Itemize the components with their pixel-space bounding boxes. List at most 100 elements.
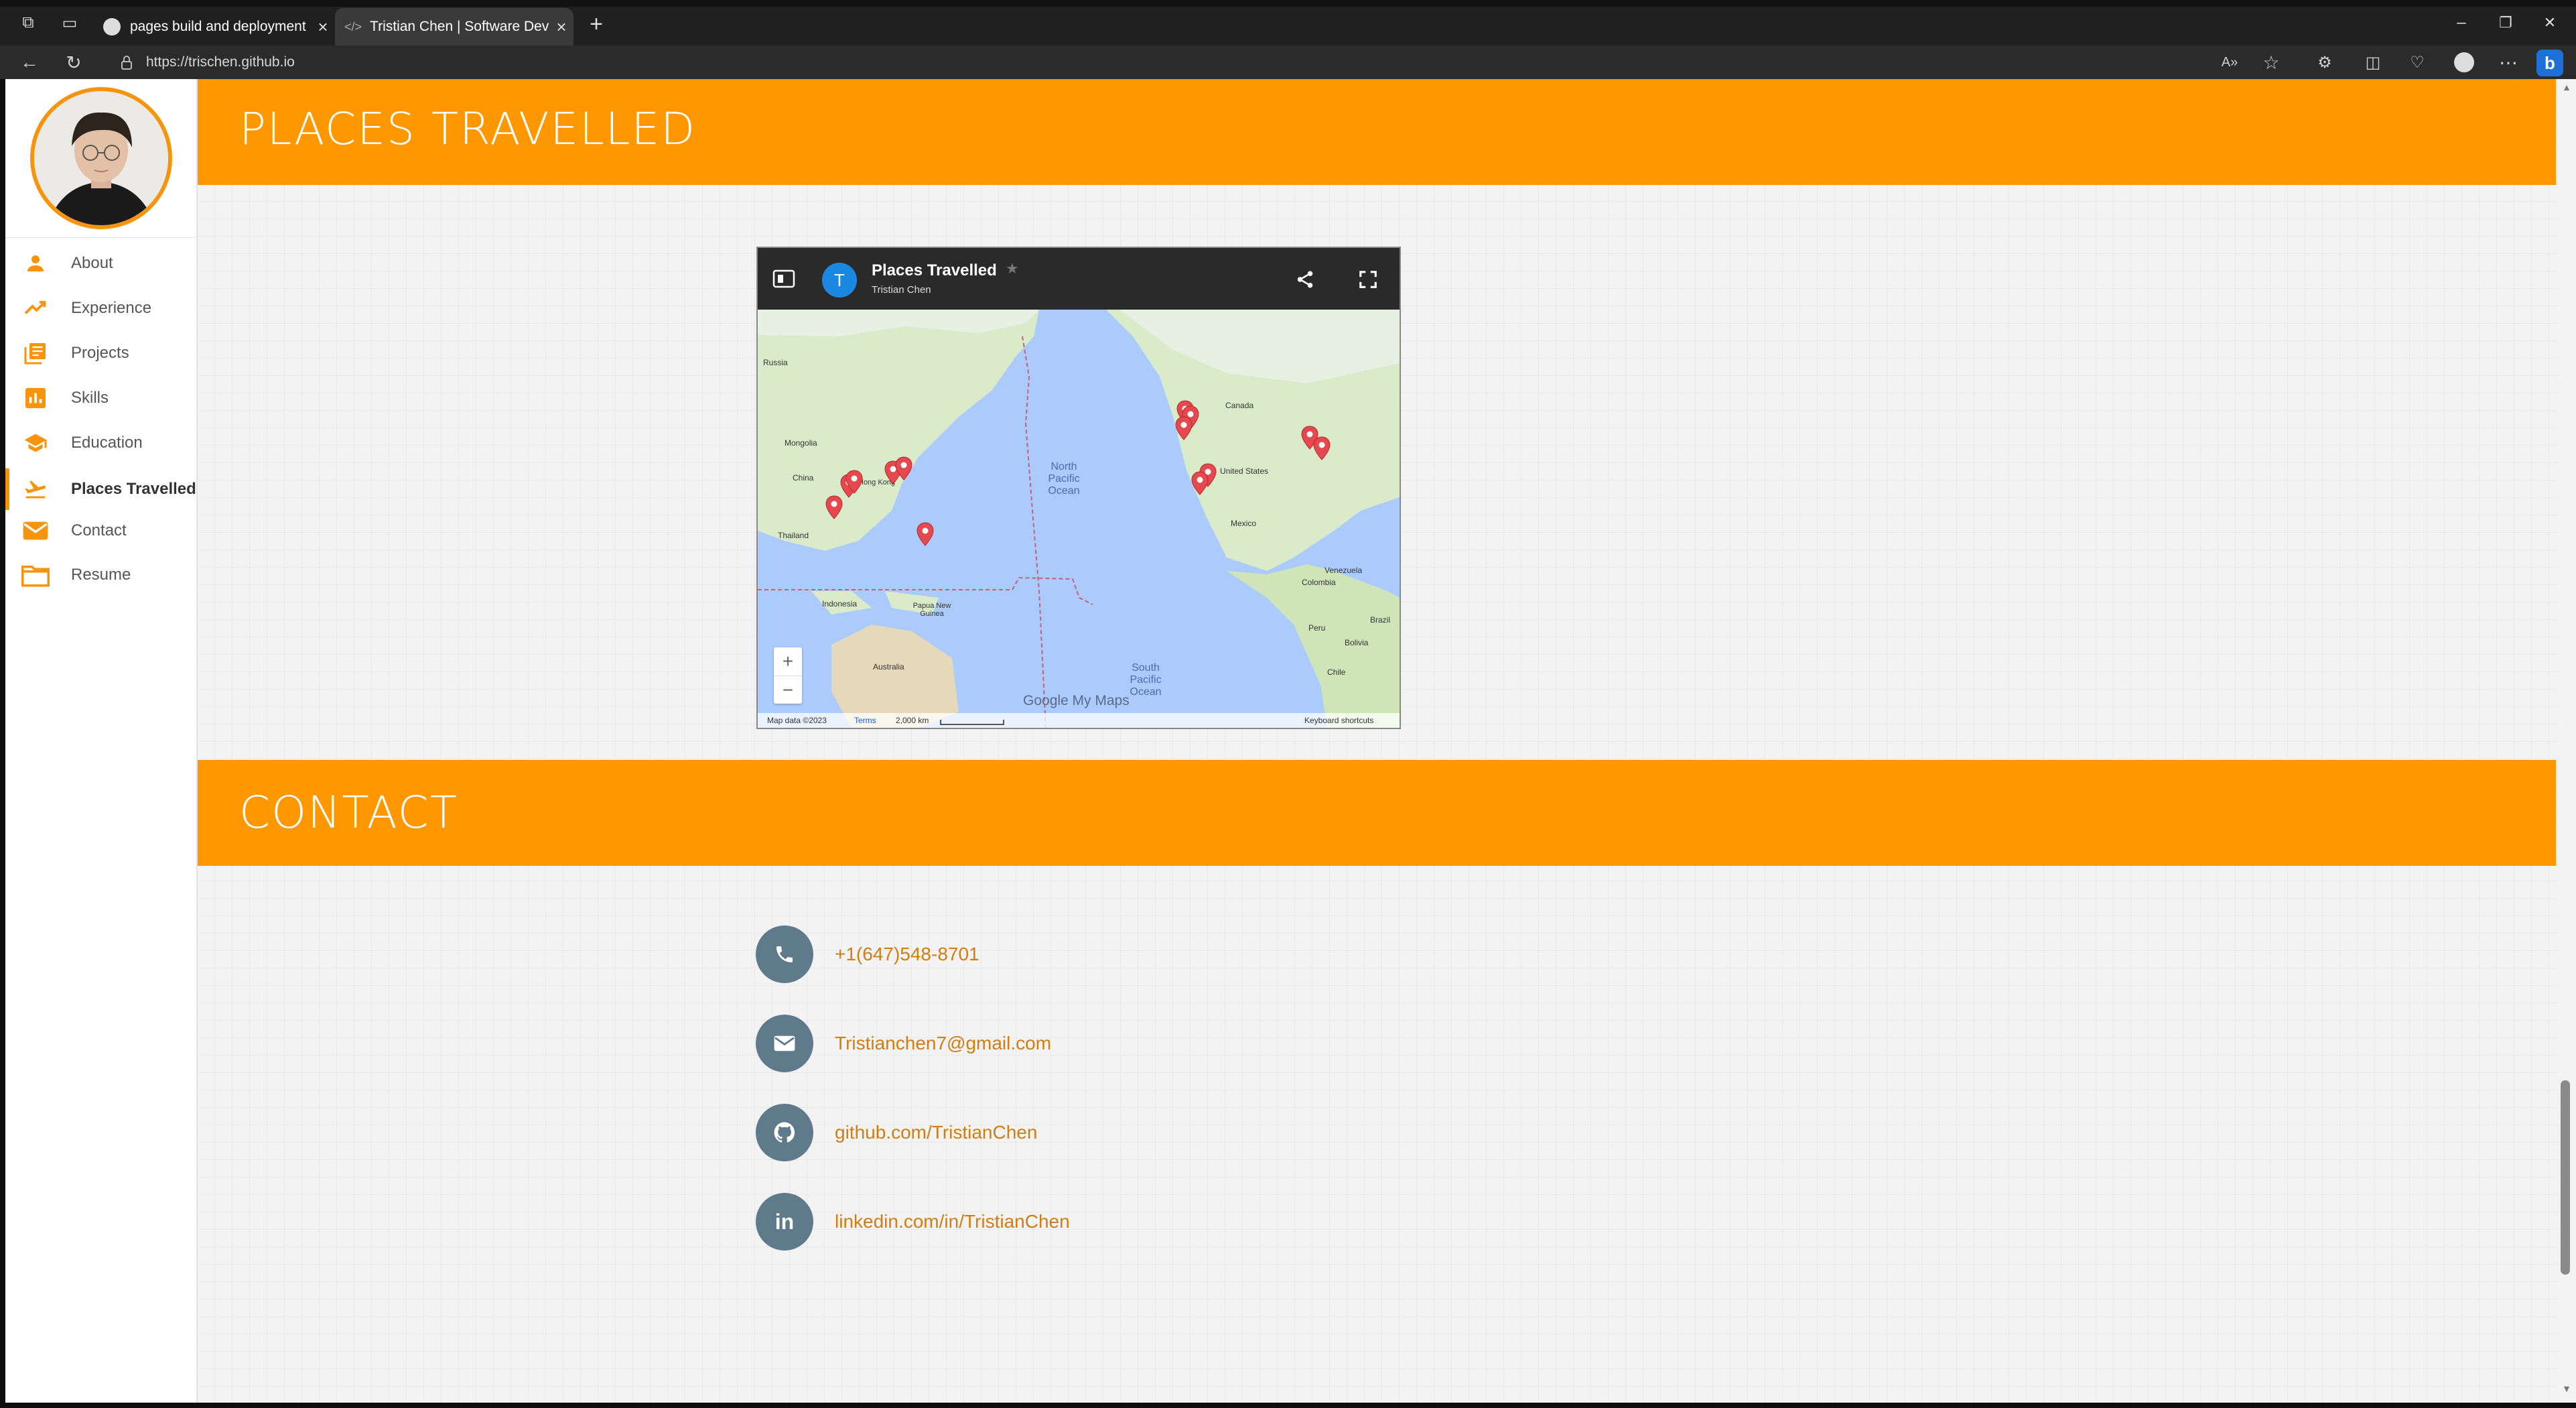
map-owner-avatar: T	[822, 263, 857, 298]
terms-link[interactable]: Terms	[854, 716, 876, 725]
workspaces-icon[interactable]: ⧉	[16, 11, 40, 35]
new-tab-button[interactable]: +	[582, 9, 611, 39]
marker-pin-icon[interactable]	[1175, 416, 1193, 440]
keyboard-shortcuts-link[interactable]: Keyboard shortcuts	[1304, 716, 1373, 725]
scale-bar	[940, 720, 1004, 725]
github-favicon-icon	[103, 18, 121, 36]
sidebar: About Experience Projects Skills Educati…	[5, 79, 198, 1403]
section-title: PLACES TRAVELLED	[239, 103, 697, 155]
tab-tristian-chen[interactable]: </> Tristian Chen | Software Develop ×	[335, 8, 573, 46]
github-link[interactable]: github.com/TristianChen	[835, 1122, 1037, 1143]
url-text: https://trischen.github.io	[146, 54, 295, 70]
sidebar-item-label: Projects	[71, 344, 129, 362]
email-link[interactable]: Tristianchen7@gmail.com	[835, 1033, 1051, 1054]
sidebar-item-label: About	[71, 254, 113, 272]
tab-pages-build[interactable]: pages build and deployment · Tr ×	[94, 8, 335, 46]
split-screen-icon[interactable]: ◫	[2356, 46, 2390, 79]
contact-linkedin[interactable]: in linkedin.com/in/TristianChen	[756, 1192, 1070, 1251]
tab-label: pages build and deployment · Tr	[130, 19, 311, 34]
places-travelled-banner: PLACES TRAVELLED	[198, 79, 2556, 185]
close-window-button[interactable]: ✕	[2530, 9, 2570, 36]
lock-icon	[119, 55, 134, 70]
code-favicon-icon: </>	[344, 19, 362, 34]
profile-avatar-icon[interactable]	[2447, 46, 2482, 79]
marker-pin-icon[interactable]	[825, 495, 843, 519]
embedded-map[interactable]: Russia Mongolia China Hong Kong Thailand…	[756, 247, 1401, 729]
scrollbar-thumb[interactable]	[2561, 1080, 2570, 1275]
bar-chart-icon	[20, 385, 51, 411]
sidebar-item-education[interactable]: Education	[5, 422, 196, 464]
map-header: T Places Travelled ★ Tristian Chen	[758, 248, 1400, 310]
sidebar-item-label: Contact	[71, 521, 127, 539]
marker-pin-icon[interactable]	[917, 522, 934, 546]
section-title: CONTACT	[239, 787, 458, 838]
trending-up-icon	[20, 295, 51, 322]
sidebar-item-about[interactable]: About	[5, 243, 196, 284]
sidebar-item-label: Resume	[71, 566, 131, 584]
marker-pin-icon[interactable]	[1313, 436, 1331, 460]
favorites-icon[interactable]: ♡	[2400, 46, 2435, 79]
map-legend-toggle-icon[interactable]	[772, 269, 795, 288]
contact-email[interactable]: Tristianchen7@gmail.com	[756, 1014, 1051, 1073]
school-icon	[20, 430, 51, 456]
sidebar-divider	[5, 237, 196, 238]
scroll-down-icon[interactable]: ▼	[2561, 1383, 2573, 1395]
map-star-icon[interactable]: ★	[1006, 260, 1019, 277]
google-my-maps-logo: Google My Maps	[1023, 693, 1130, 708]
scale-text: 2,000 km	[896, 716, 929, 725]
mail-icon	[20, 517, 51, 544]
page-viewport: About Experience Projects Skills Educati…	[5, 79, 2558, 1403]
fullscreen-icon[interactable]	[1358, 269, 1378, 290]
address-field[interactable]: https://trischen.github.io	[107, 48, 2224, 76]
flight-takeoff-icon	[20, 476, 51, 503]
linkedin-link[interactable]: linkedin.com/in/TristianChen	[835, 1211, 1070, 1232]
person-icon	[20, 250, 51, 277]
read-aloud-icon[interactable]: A»	[2212, 46, 2247, 79]
window-top-edge	[0, 0, 2576, 7]
reload-icon[interactable]: ↻	[56, 46, 91, 79]
sidebar-item-label: Education	[71, 434, 143, 452]
scroll-up-icon[interactable]: ▲	[2561, 82, 2573, 94]
favorite-star-icon[interactable]: ☆	[2254, 46, 2289, 79]
restore-button[interactable]: ❐	[2486, 9, 2526, 36]
zoom-controls: + −	[774, 647, 802, 704]
github-icon	[756, 1104, 813, 1161]
contact-phone[interactable]: +1(647)548-8701	[756, 925, 979, 984]
phone-icon	[756, 925, 813, 983]
contact-github[interactable]: github.com/TristianChen	[756, 1103, 1037, 1162]
share-icon[interactable]	[1295, 269, 1315, 290]
more-menu-icon[interactable]: ⋯	[2491, 46, 2526, 79]
folder-icon	[20, 562, 51, 588]
sidebar-item-places-travelled[interactable]: Places Travelled	[5, 468, 196, 510]
extensions-icon[interactable]: ⚙	[2307, 46, 2342, 79]
bing-copilot-icon[interactable]: b	[2536, 50, 2563, 76]
back-arrow-icon[interactable]: ←	[12, 46, 47, 79]
profile-avatar	[30, 87, 172, 229]
map-author: Tristian Chen	[872, 284, 931, 296]
zoom-in-button[interactable]: +	[774, 647, 802, 676]
map-markers	[825, 400, 1331, 546]
sidebar-item-projects[interactable]: Projects	[5, 332, 196, 374]
sidebar-item-experience[interactable]: Experience	[5, 287, 196, 329]
contact-banner: CONTACT	[198, 760, 2556, 866]
sidebar-item-skills[interactable]: Skills	[5, 377, 196, 419]
map-data-text: Map data ©2023	[767, 716, 827, 725]
map-footer: Map data ©2023 Terms 2,000 km Keyboard s…	[758, 713, 1400, 728]
zoom-out-button[interactable]: −	[774, 676, 802, 704]
minimize-button[interactable]: –	[2441, 9, 2482, 36]
sidebar-item-resume[interactable]: Resume	[5, 554, 196, 596]
library-books-icon	[20, 340, 51, 367]
sidebar-item-label: Experience	[71, 299, 152, 317]
mail-icon	[756, 1015, 813, 1072]
marker-pin-icon[interactable]	[1191, 471, 1209, 495]
sidebar-item-label: Places Travelled	[71, 480, 196, 498]
sidebar-item-contact[interactable]: Contact	[5, 510, 196, 552]
tab-label: Tristian Chen | Software Develop	[370, 19, 549, 34]
tab-close-icon[interactable]: ×	[549, 17, 573, 38]
phone-link[interactable]: +1(647)548-8701	[835, 944, 979, 965]
linkedin-icon: in	[756, 1193, 813, 1251]
tab-actions-icon[interactable]: ▭	[58, 11, 82, 35]
sidebar-item-label: Skills	[71, 389, 109, 407]
tab-close-icon[interactable]: ×	[311, 17, 335, 38]
map-title: Places Travelled	[872, 261, 997, 279]
